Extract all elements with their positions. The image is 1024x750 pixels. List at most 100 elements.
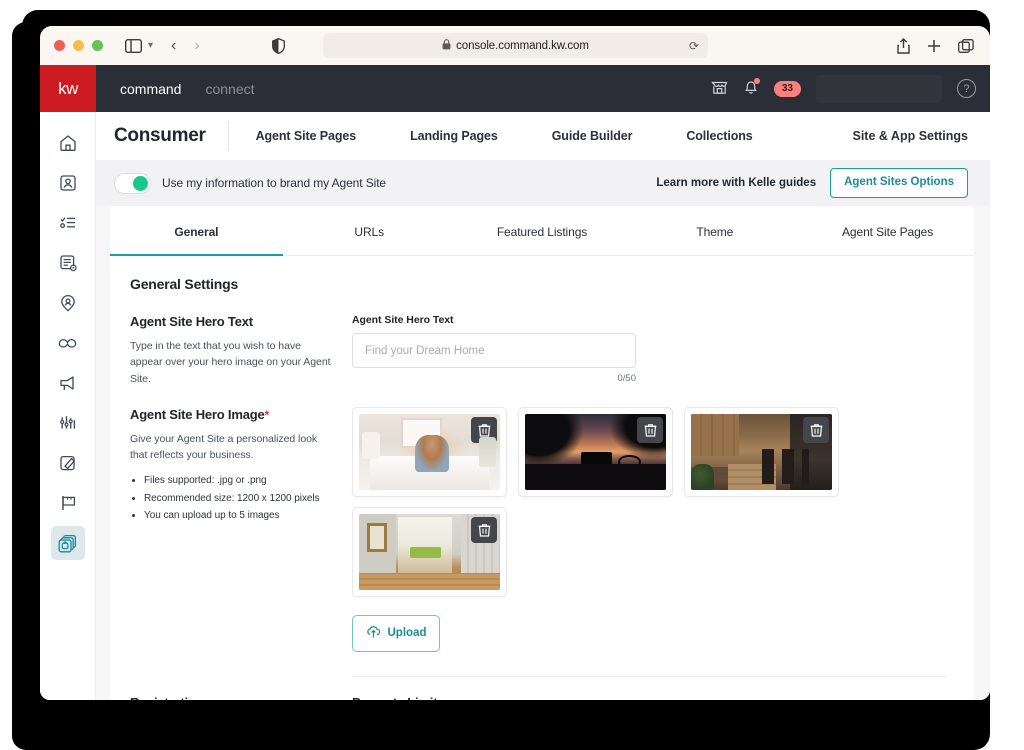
- sidebar-item-leads[interactable]: [51, 286, 85, 320]
- app-body: Consumer Agent Site Pages Landing Pages …: [40, 112, 990, 700]
- address-bar[interactable]: console.command.kw.com ⟳: [323, 33, 708, 58]
- requirement-item: Recommended size: 1200 x 1200 pixels: [144, 490, 336, 508]
- notification-count-badge[interactable]: 33: [773, 80, 801, 97]
- tab-landing-pages[interactable]: Landing Pages: [383, 129, 525, 143]
- hero-image-info: Agent Site Hero Image* Give your Agent S…: [130, 407, 352, 677]
- cloud-upload-icon: [366, 625, 381, 642]
- page-title: Consumer: [114, 125, 206, 146]
- delete-image-button[interactable]: [637, 416, 663, 443]
- hero-text-input[interactable]: [352, 333, 636, 368]
- sidebar-item-opportunities[interactable]: [51, 246, 85, 280]
- content-card: General URLs Featured Listings Theme Age…: [110, 206, 974, 700]
- tab-collections[interactable]: Collections: [659, 129, 779, 143]
- close-window-button[interactable]: [54, 40, 65, 51]
- requirement-item: You can upload up to 5 images: [144, 507, 336, 525]
- tab-overview-icon[interactable]: [958, 38, 974, 53]
- sidebar-item-designs[interactable]: [51, 446, 85, 480]
- brand-toggle-label: Use my information to brand my Agent Sit…: [162, 176, 387, 190]
- avatar[interactable]: [816, 74, 942, 103]
- registration-title: Registration: [130, 695, 336, 700]
- forward-button[interactable]: ›: [194, 37, 199, 55]
- bottom-section-row: Registration Property Limits: [130, 677, 946, 700]
- sidebar-item-tasks[interactable]: [51, 206, 85, 240]
- hero-image-gallery: Upload: [352, 406, 946, 677]
- plus-icon[interactable]: [927, 39, 941, 53]
- privacy-shield-icon[interactable]: [271, 37, 285, 54]
- kw-nav-actions: 33 ?: [711, 65, 976, 112]
- nav-link-connect[interactable]: connect: [205, 81, 254, 97]
- lock-icon: [442, 37, 451, 55]
- requirement-item: Files supported: .jpg or .png: [144, 472, 336, 490]
- sidebar-item-reports[interactable]: [51, 406, 85, 440]
- page-tabs: Agent Site Pages Landing Pages Guide Bui…: [229, 129, 780, 143]
- sidebar-item-contacts[interactable]: [51, 166, 85, 200]
- window-controls[interactable]: [54, 40, 103, 51]
- url-text: console.command.kw.com: [456, 39, 589, 52]
- maximize-window-button[interactable]: [92, 40, 103, 51]
- hero-text-counter: 0/50: [617, 373, 637, 384]
- browser-titlebar: ▾ ‹ › console.command.kw.com ⟳: [40, 26, 990, 65]
- hero-text-info: Agent Site Hero Text Type in the text th…: [130, 314, 352, 387]
- brand-agent-site-toggle[interactable]: [114, 172, 151, 194]
- sidebar-item-home[interactable]: [51, 126, 85, 160]
- sidebar-item-listings[interactable]: [51, 486, 85, 520]
- store-icon[interactable]: [711, 78, 728, 100]
- kelle-guides-link[interactable]: Learn more with Kelle guides: [656, 177, 816, 189]
- subtab-general[interactable]: General: [110, 206, 283, 256]
- registration-section: Registration: [130, 695, 352, 700]
- hero-text-row: Agent Site Hero Text Type in the text th…: [130, 314, 946, 387]
- subtab-featured-listings[interactable]: Featured Listings: [456, 206, 629, 255]
- sidebar-toggle-icon[interactable]: [125, 38, 142, 53]
- left-nav-rail: [40, 112, 96, 700]
- thumbnail-item[interactable]: [352, 406, 507, 497]
- property-limits-section: Property Limits: [352, 695, 445, 700]
- hero-text-description: Type in the text that you wish to have a…: [130, 340, 331, 385]
- hero-text-title: Agent Site Hero Text: [130, 314, 253, 329]
- general-settings-title: General Settings: [130, 276, 239, 292]
- kw-logo[interactable]: kw: [40, 65, 96, 112]
- thumbnail-item[interactable]: [684, 406, 839, 497]
- help-circle-icon[interactable]: ?: [957, 79, 976, 98]
- notification-dot: [753, 77, 760, 84]
- sidebar-item-referrals[interactable]: [51, 326, 85, 360]
- toggle-knob: [133, 175, 148, 191]
- hero-image-row: Agent Site Hero Image* Give your Agent S…: [130, 406, 946, 677]
- main-panel: Consumer Agent Site Pages Landing Pages …: [96, 112, 990, 700]
- hero-text-field: Agent Site Hero Text 0/50: [352, 314, 946, 387]
- back-button[interactable]: ‹: [171, 37, 176, 55]
- chevron-down-icon[interactable]: ▾: [148, 40, 153, 51]
- reload-icon[interactable]: ⟳: [689, 39, 699, 53]
- hero-image-requirements: Files supported: .jpg or .png Recommende…: [144, 472, 336, 525]
- branding-toolbar: Use my information to brand my Agent Sit…: [96, 160, 990, 206]
- subtab-theme[interactable]: Theme: [628, 206, 801, 255]
- delete-image-button[interactable]: [803, 416, 829, 443]
- nav-link-command[interactable]: command: [120, 81, 181, 97]
- sidebar-item-consumer[interactable]: [50, 526, 85, 560]
- subtab-urls[interactable]: URLs: [283, 206, 456, 255]
- thumbnail-item[interactable]: [518, 406, 673, 497]
- upload-button-label: Upload: [387, 627, 427, 640]
- brand-links: command connect: [120, 81, 255, 97]
- hero-image-title: Agent Site Hero Image*: [130, 407, 336, 422]
- delete-image-button[interactable]: [471, 516, 497, 543]
- hero-text-input-label: Agent Site Hero Text: [352, 314, 454, 326]
- upload-button[interactable]: Upload: [352, 614, 440, 652]
- section-divider: [352, 675, 946, 677]
- property-limits-title: Property Limits: [352, 695, 445, 700]
- page-header: Consumer Agent Site Pages Landing Pages …: [96, 112, 990, 160]
- settings-subtabs: General URLs Featured Listings Theme Age…: [110, 206, 974, 256]
- hero-image-description: Give your Agent Site a personalized look…: [130, 432, 318, 462]
- minimize-window-button[interactable]: [73, 40, 84, 51]
- site-app-settings-link[interactable]: Site & App Settings: [852, 129, 968, 143]
- tab-agent-site-pages[interactable]: Agent Site Pages: [229, 129, 384, 143]
- required-marker: *: [264, 407, 270, 422]
- tab-guide-builder[interactable]: Guide Builder: [525, 129, 660, 143]
- sidebar-item-campaigns[interactable]: [51, 366, 85, 400]
- subtab-agent-site-pages[interactable]: Agent Site Pages: [801, 206, 974, 255]
- thumbnail-item[interactable]: [352, 506, 507, 597]
- bell-icon[interactable]: [743, 77, 760, 100]
- kw-top-nav: kw command connect 33 ?: [40, 65, 990, 112]
- general-settings-content: General Settings Agent Site Hero Text Ty…: [110, 256, 974, 700]
- share-icon[interactable]: [897, 37, 910, 54]
- agent-sites-options-button[interactable]: Agent Sites Options: [830, 168, 968, 198]
